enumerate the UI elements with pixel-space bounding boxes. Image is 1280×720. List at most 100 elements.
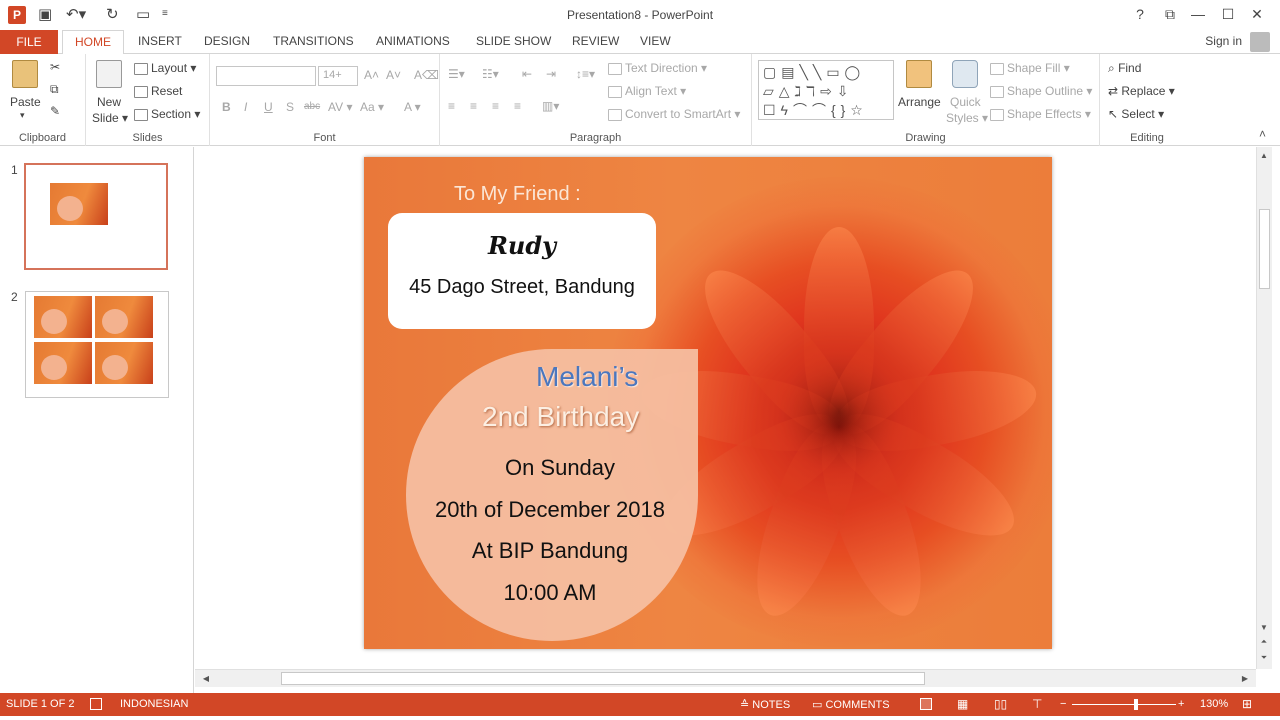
- reading-view-icon[interactable]: ▯▯: [994, 697, 1007, 711]
- bold-button[interactable]: B: [222, 100, 231, 114]
- tab-design[interactable]: DESIGN: [204, 34, 250, 48]
- ribbon-display-options-button[interactable]: ⧉: [1160, 6, 1180, 23]
- sign-in-link[interactable]: Sign in: [1205, 34, 1242, 48]
- shape-fill-button[interactable]: Shape Fill ▾: [990, 61, 1070, 75]
- slide[interactable]: To My Friend : Rudy 45 Dago Street, Band…: [364, 157, 1052, 649]
- thumbnail-preview: [34, 342, 92, 384]
- align-text-button[interactable]: Align Text ▾: [608, 84, 686, 98]
- paste-dropdown[interactable]: ▾: [20, 110, 25, 121]
- align-left-icon[interactable]: ≡: [448, 99, 455, 113]
- tab-insert[interactable]: INSERT: [138, 34, 182, 48]
- scroll-right-icon[interactable]: ▶: [1238, 674, 1252, 683]
- convert-to-smartart-button[interactable]: Convert to SmartArt ▾: [608, 107, 740, 121]
- text-direction-button[interactable]: Text Direction ▾: [608, 61, 707, 75]
- minimize-button[interactable]: —: [1188, 6, 1208, 22]
- section-button[interactable]: Section ▾: [134, 107, 200, 121]
- zoom-slider-thumb[interactable]: [1134, 699, 1139, 710]
- shape-effects-button[interactable]: Shape Effects ▾: [990, 107, 1091, 121]
- comments-button[interactable]: ▭ COMMENTS: [812, 698, 890, 711]
- scroll-down-icon[interactable]: ▼: [1257, 623, 1271, 632]
- address-box[interactable]: Rudy 45 Dago Street, Bandung: [388, 213, 656, 329]
- justify-icon[interactable]: ≡: [514, 99, 521, 113]
- grow-font-button[interactable]: A˄: [364, 68, 379, 82]
- event-day[interactable]: On Sunday: [374, 455, 746, 481]
- tab-animations[interactable]: ANIMATIONS: [376, 34, 450, 48]
- underline-button[interactable]: U: [264, 100, 273, 114]
- font-name-combo[interactable]: [216, 66, 316, 86]
- slides-label: Slides: [132, 132, 163, 144]
- tab-transitions[interactable]: TRANSITIONS: [273, 34, 354, 48]
- maximize-button[interactable]: ☐: [1218, 6, 1238, 23]
- copy-icon[interactable]: ⧉: [50, 82, 59, 97]
- shapes-gallery[interactable]: ▢▤╲╲▭◯ ▱△ℷℸ⇨⇩ ☐ϟ⌒⌒{}☆: [758, 60, 894, 120]
- scroll-left-icon[interactable]: ◀: [199, 674, 213, 683]
- horizontal-scroll-thumb[interactable]: [281, 672, 925, 685]
- quick-styles-dropdown[interactable]: Styles ▾: [946, 111, 988, 125]
- scroll-up-icon[interactable]: ▲: [1257, 151, 1271, 160]
- align-center-icon[interactable]: ≡: [470, 99, 477, 113]
- tab-view[interactable]: VIEW: [640, 34, 671, 48]
- avatar[interactable]: [1250, 32, 1270, 52]
- event-venue[interactable]: At BIP Bandung: [364, 538, 736, 564]
- celebrant-name[interactable]: Melani’s: [536, 361, 638, 393]
- text-shadow-button[interactable]: S: [286, 100, 294, 114]
- numbering-icon[interactable]: ☷▾: [482, 67, 499, 81]
- layout-button[interactable]: Layout ▾: [134, 61, 196, 75]
- zoom-slider[interactable]: [1072, 704, 1176, 705]
- collapse-ribbon-icon[interactable]: ˄: [1259, 127, 1266, 141]
- close-button[interactable]: ✕: [1247, 6, 1267, 23]
- reset-button[interactable]: Reset: [134, 84, 182, 98]
- slide-thumbnail-2[interactable]: [25, 291, 169, 398]
- quick-styles-button[interactable]: Quick: [950, 95, 981, 109]
- character-spacing-button[interactable]: AV ▾: [328, 100, 352, 114]
- birthday-title[interactable]: 2nd Birthday: [482, 401, 639, 433]
- line-spacing-icon[interactable]: ↕≡▾: [576, 67, 595, 81]
- fit-slide-icon[interactable]: ⊞: [1242, 697, 1252, 711]
- vertical-scroll-thumb[interactable]: [1259, 209, 1270, 289]
- spell-check-icon[interactable]: [90, 698, 102, 710]
- new-slide-dropdown[interactable]: Slide ▾: [92, 111, 128, 125]
- change-case-button[interactable]: Aa ▾: [360, 100, 384, 114]
- shrink-font-button[interactable]: A˅: [386, 68, 401, 82]
- event-time[interactable]: 10:00 AM: [364, 580, 736, 606]
- font-size-combo[interactable]: 14+: [318, 66, 358, 86]
- friend-label[interactable]: To My Friend :: [454, 183, 581, 206]
- vertical-scrollbar[interactable]: ▲ ▼ ⏶ ⏷: [1256, 147, 1272, 669]
- zoom-in-button[interactable]: +: [1178, 698, 1184, 710]
- horizontal-scrollbar[interactable]: ◀ ▶: [195, 669, 1256, 687]
- notes-button[interactable]: ≙ NOTES: [740, 698, 790, 711]
- help-button[interactable]: ?: [1130, 6, 1150, 22]
- format-painter-icon[interactable]: ✎: [50, 104, 60, 118]
- increase-indent-icon[interactable]: ⇥: [546, 67, 556, 81]
- select-button[interactable]: ↖ Select ▾: [1108, 107, 1164, 121]
- tab-review[interactable]: REVIEW: [572, 34, 619, 48]
- zoom-level[interactable]: 130%: [1200, 698, 1228, 710]
- paste-button[interactable]: Paste: [10, 95, 41, 109]
- new-slide-button[interactable]: New: [97, 95, 121, 109]
- slide-show-icon[interactable]: ⊤: [1032, 697, 1042, 711]
- tab-file[interactable]: FILE: [0, 30, 58, 54]
- clear-formatting-button[interactable]: A⌫: [414, 68, 439, 82]
- columns-icon[interactable]: ▥▾: [542, 99, 559, 113]
- normal-view-icon[interactable]: [920, 698, 932, 710]
- strikethrough-button[interactable]: abc: [304, 101, 320, 112]
- tab-slide-show[interactable]: SLIDE SHOW: [476, 34, 551, 48]
- cut-icon[interactable]: ✂: [50, 60, 60, 74]
- zoom-out-button[interactable]: −: [1060, 698, 1066, 710]
- align-right-icon[interactable]: ≡: [492, 99, 499, 113]
- next-slide-icon[interactable]: ⏷: [1257, 653, 1271, 663]
- arrange-button[interactable]: Arrange: [898, 95, 941, 109]
- tab-home[interactable]: HOME: [62, 30, 124, 55]
- event-date[interactable]: 20th of December 2018: [364, 497, 736, 523]
- find-button[interactable]: ⌕ Find: [1108, 61, 1141, 76]
- slide-sorter-icon[interactable]: ▦: [957, 697, 968, 711]
- italic-button[interactable]: I: [244, 100, 247, 114]
- language-indicator[interactable]: INDONESIAN: [120, 698, 188, 710]
- bullets-icon[interactable]: ☰▾: [448, 67, 465, 81]
- decrease-indent-icon[interactable]: ⇤: [522, 67, 532, 81]
- slide-thumbnail-1[interactable]: [24, 163, 168, 270]
- font-color-button[interactable]: A ▾: [404, 100, 421, 114]
- shape-outline-button[interactable]: Shape Outline ▾: [990, 84, 1092, 98]
- replace-button[interactable]: ⇄ Replace ▾: [1108, 84, 1175, 98]
- previous-slide-icon[interactable]: ⏶: [1257, 637, 1271, 647]
